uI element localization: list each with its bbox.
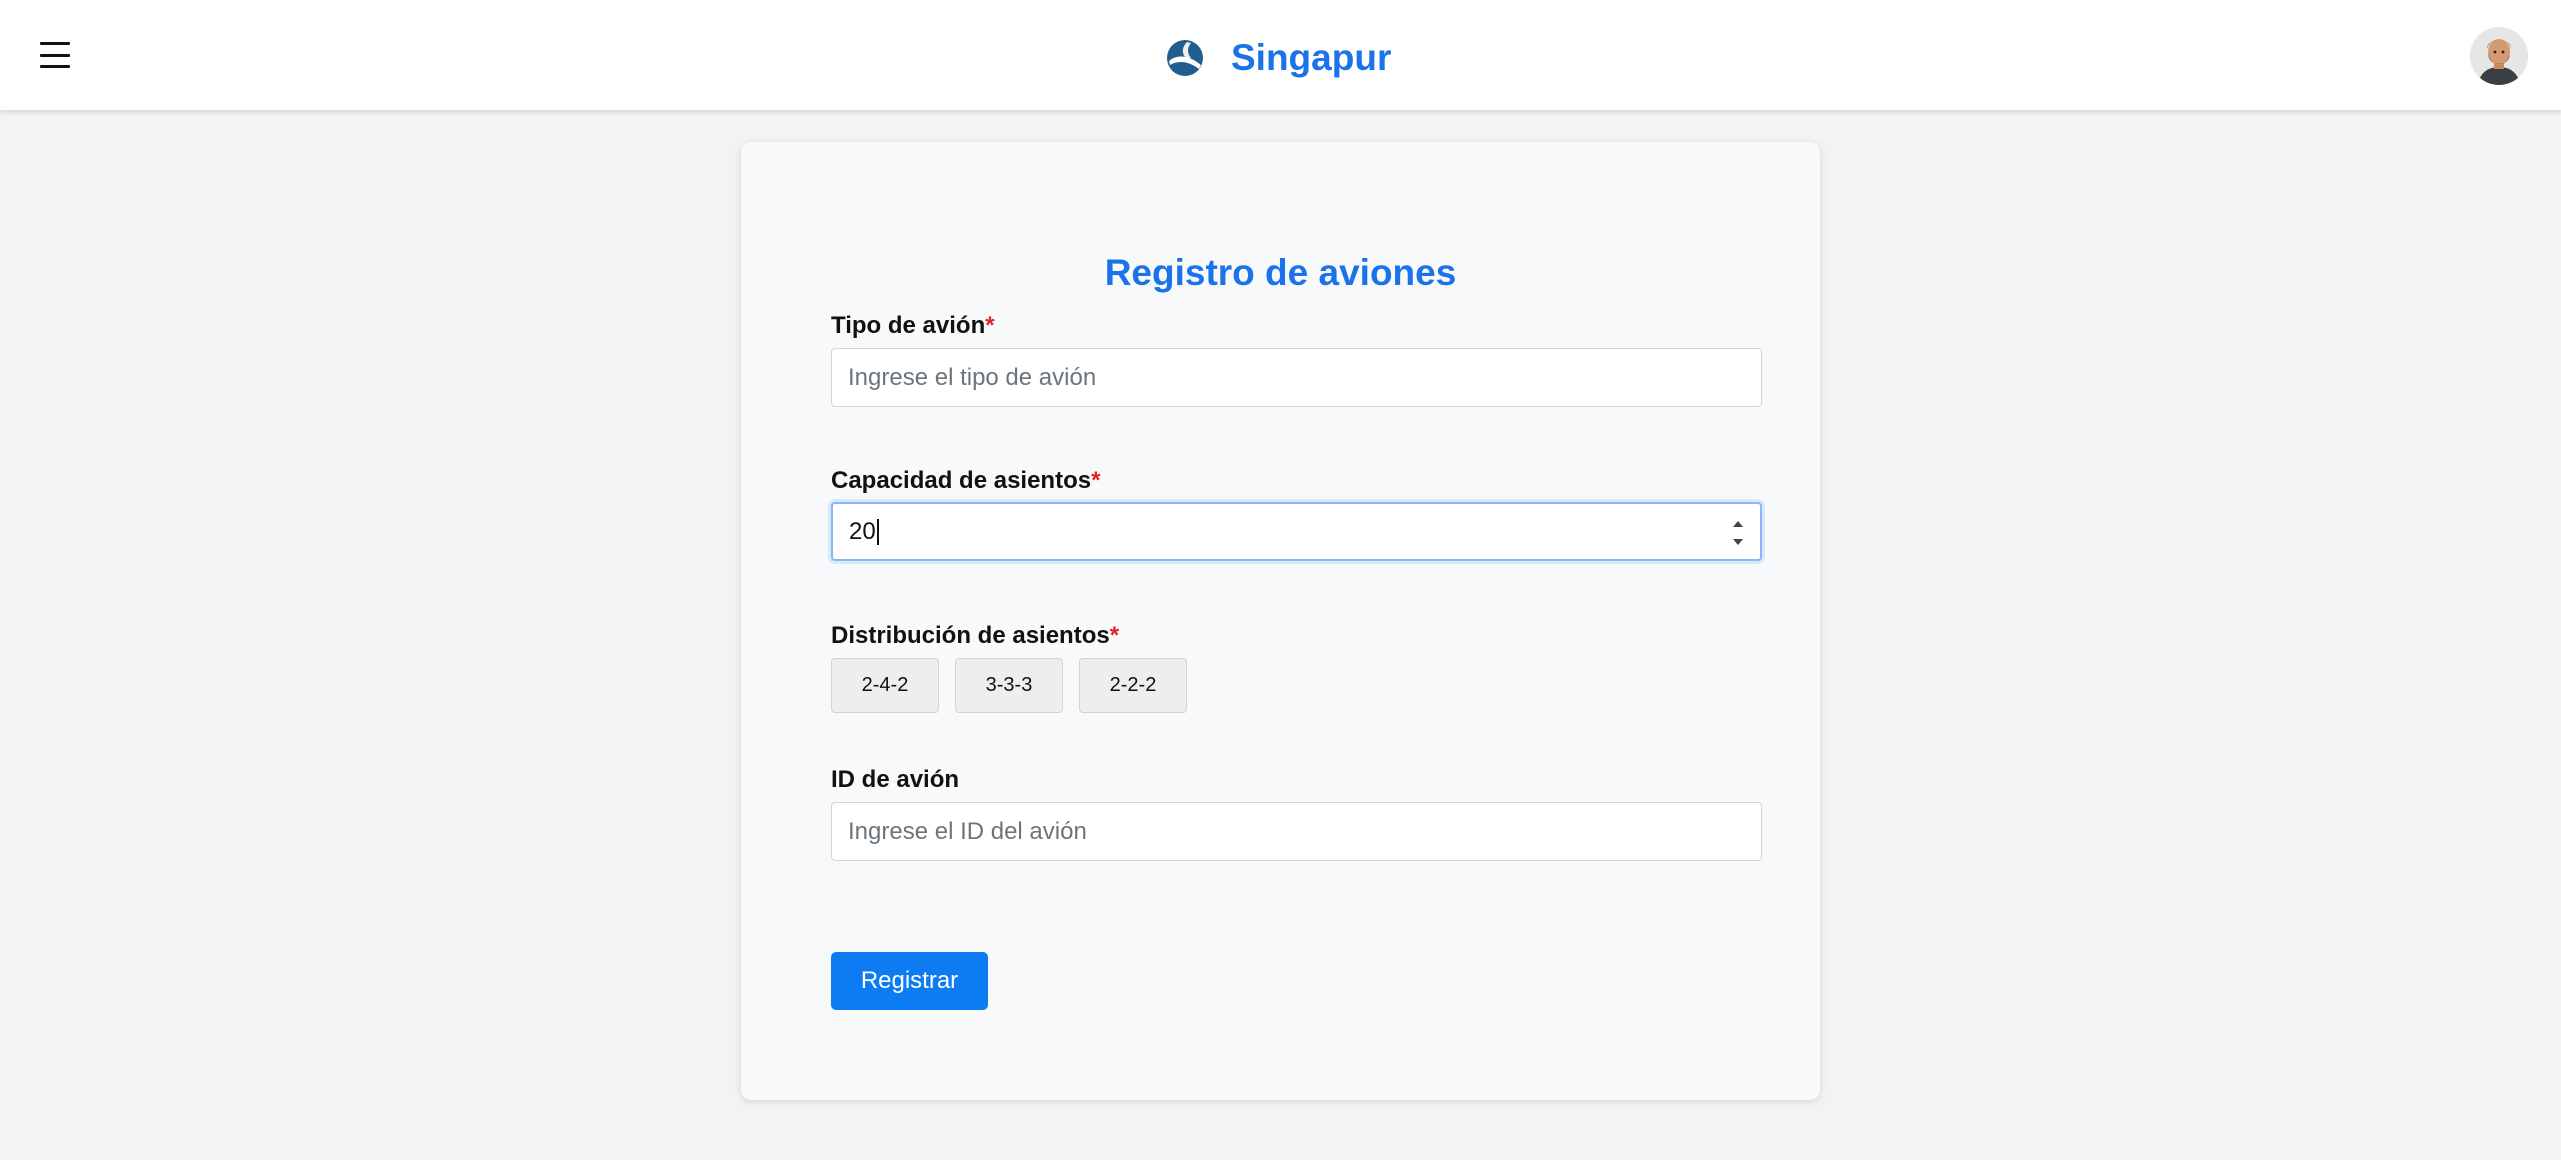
number-stepper[interactable]: [1730, 520, 1746, 546]
seat-distribution-option-2-4-2[interactable]: 2-4-2: [831, 658, 939, 713]
seat-distribution-option-2-2-2[interactable]: 2-2-2: [1079, 658, 1187, 713]
required-marker: *: [1091, 467, 1101, 494]
stepper-down-icon[interactable]: [1732, 538, 1744, 546]
user-avatar[interactable]: [2470, 27, 2528, 85]
seat-capacity-input[interactable]: 20: [831, 502, 1762, 561]
register-button[interactable]: Registrar: [831, 952, 988, 1010]
registration-card: Registro de aviones Tipo de avión* Ingre…: [741, 142, 1820, 1100]
airline-logo-icon: [1167, 40, 1203, 76]
text-caret: [876, 518, 879, 545]
aircraft-type-placeholder: Ingrese el tipo de avión: [848, 363, 1097, 391]
aircraft-id-placeholder: Ingrese el ID del avión: [848, 817, 1087, 845]
required-marker: *: [1109, 622, 1120, 649]
aircraft-type-input[interactable]: Ingrese el tipo de avión: [831, 348, 1762, 407]
aircraft-type-label: Tipo de avión*: [831, 312, 995, 339]
stepper-up-icon[interactable]: [1732, 520, 1744, 528]
brand[interactable]: Singapur: [1165, 34, 1391, 82]
page-title: Registro de aviones: [1104, 252, 1457, 293]
brand-name: Singapur: [1231, 37, 1392, 78]
hamburger-menu-icon[interactable]: [38, 38, 72, 72]
seat-capacity-label: Capacidad de asientos*: [831, 467, 1101, 494]
seat-distribution-option-3-3-3[interactable]: 3-3-3: [955, 658, 1063, 713]
avatar-image: [2470, 27, 2528, 85]
seat-distribution-label: Distribución de asientos*: [831, 622, 1120, 649]
required-marker: *: [985, 312, 995, 339]
aircraft-id-label: ID de avión: [831, 766, 960, 793]
top-navbar: Singapur: [0, 0, 2561, 111]
seat-capacity-value: 20: [849, 517, 876, 545]
aircraft-id-input[interactable]: Ingrese el ID del avión: [831, 802, 1762, 861]
